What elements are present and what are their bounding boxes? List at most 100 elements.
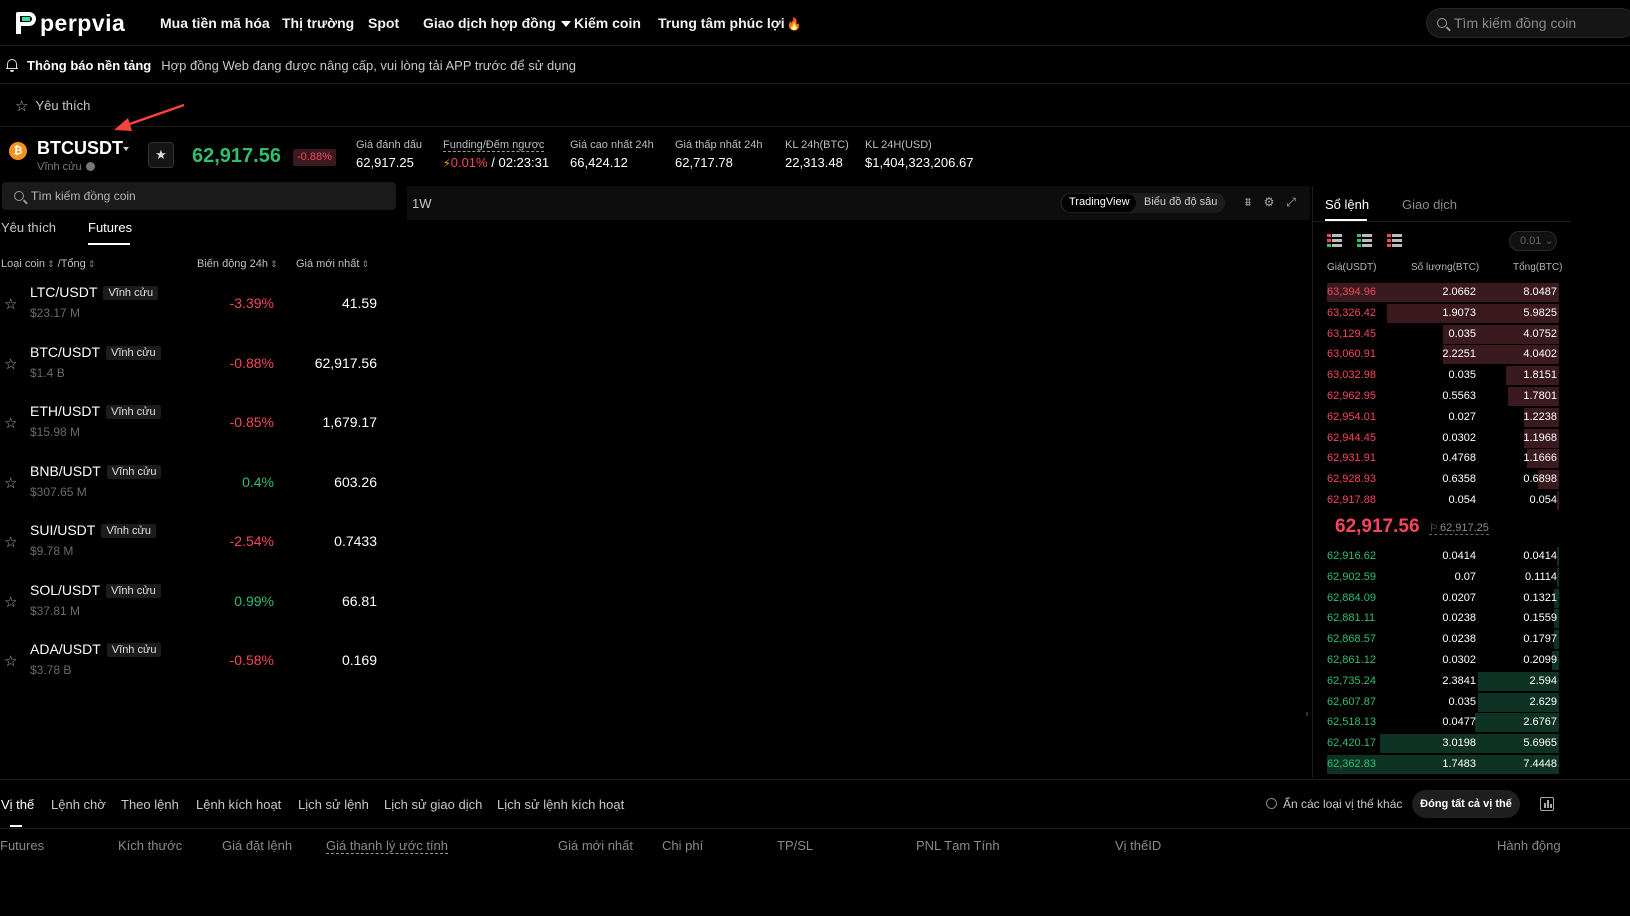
- col-est-liq-price[interactable]: Giá thanh lý ước tính: [326, 838, 449, 854]
- bid-row[interactable]: 62,420.17 3.0198 5.6965: [1327, 733, 1559, 754]
- bid-row[interactable]: 62,362.83 1.7483 7.4448: [1327, 754, 1559, 774]
- favorite-star-button[interactable]: ★: [148, 142, 174, 168]
- coin-row[interactable]: ☆ LTC/USDT Vĩnh cửu $23.17 M -3.39% 41.59: [0, 276, 400, 335]
- order-qty: 1.7483: [1442, 758, 1476, 770]
- tab-trigger-orders[interactable]: Lệnh kích hoạt: [196, 797, 281, 812]
- bid-row[interactable]: 62,868.57 0.0238 0.1797: [1327, 629, 1559, 650]
- order-qty: 2.2251: [1442, 348, 1476, 361]
- coin-row[interactable]: ☆ BNB/USDT Vĩnh cửu $307.65 M 0.4% 603.26: [0, 455, 400, 514]
- precision-select[interactable]: 0.01 ⌄: [1509, 231, 1557, 251]
- tab-trade-history[interactable]: Lịch sử giao dịch: [384, 797, 482, 812]
- ask-row[interactable]: 63,326.42 1.9073 5.9825: [1327, 303, 1559, 323]
- funding-label[interactable]: Funding/Đếm ngược: [443, 139, 545, 152]
- top-navbar: perpvia Mua tiền mã hóa Thị trường Spot …: [0, 0, 1630, 46]
- tab-copy-orders[interactable]: Theo lệnh: [121, 797, 179, 812]
- brand-logo[interactable]: perpvia: [16, 10, 125, 36]
- nav-markets[interactable]: Thị trường: [282, 15, 354, 31]
- indicators-icon[interactable]: ⩩: [1241, 195, 1255, 209]
- info-icon[interactable]: [85, 162, 95, 171]
- pair-name: BTC/USDT Vĩnh cửu: [30, 344, 161, 360]
- coin-search-input[interactable]: Tìm kiếm đồng coin: [2, 182, 396, 210]
- ask-row[interactable]: 62,917.88 0.054 0.054: [1327, 490, 1559, 510]
- chart-panel[interactable]: 1W TradingView Biểu đồ độ sâu ⩩ ⚙ ⤢: [407, 186, 1310, 778]
- top-search-input[interactable]: Tìm kiếm đồng coin: [1426, 8, 1630, 38]
- star-outline-icon[interactable]: ☆: [4, 652, 17, 670]
- star-outline-icon[interactable]: ☆: [4, 474, 17, 492]
- ask-row[interactable]: 63,394.96 2.0662 8.0487: [1327, 282, 1559, 302]
- coin-row[interactable]: ☆ SUI/USDT Vĩnh cửu $9.78 M -2.54% 0.7433: [0, 514, 400, 573]
- tab-positions[interactable]: Vị thế: [1, 797, 34, 812]
- nav-rewards-center[interactable]: Trung tâm phúc lợi 🔥: [658, 15, 802, 31]
- nav-earn[interactable]: Kiếm coin: [574, 15, 641, 31]
- active-tab-indicator: [1325, 219, 1367, 221]
- view-tradingview[interactable]: TradingView: [1069, 196, 1130, 208]
- coin-row[interactable]: ☆ BTC/USDT Vĩnh cửu $1.4 B -0.88% 62,917.56: [0, 336, 400, 395]
- column-last-price[interactable]: Giá mới nhất ⇕: [296, 258, 369, 270]
- ask-row[interactable]: 63,129.45 0.035 4.0752: [1327, 324, 1559, 344]
- bid-row[interactable]: 62,902.59 0.07 0.1114: [1327, 567, 1559, 587]
- hide-other-label: Ẩn các loại vị thế khác: [1283, 797, 1403, 811]
- tab-trigger-history[interactable]: Lịch sử lệnh kích hoạt: [497, 797, 624, 812]
- ask-row[interactable]: 62,931.91 0.4768 1.1666: [1327, 448, 1559, 469]
- order-total: 1.8151: [1523, 369, 1557, 382]
- ticker-header: ₿ BTCUSDT Vĩnh cửu ★ 62,917.56 -0.88% Gi…: [0, 128, 1630, 184]
- star-outline-icon[interactable]: ☆: [4, 355, 17, 373]
- order-total: 7.4448: [1523, 758, 1557, 770]
- precision-value: 0.01: [1520, 235, 1542, 247]
- symbol-selector[interactable]: BTCUSDT: [37, 138, 123, 159]
- bid-row[interactable]: 62,884.09 0.0207 0.1321: [1327, 588, 1559, 608]
- ask-row[interactable]: 62,962.95 0.5563 1.7801: [1327, 386, 1559, 406]
- star-outline-icon[interactable]: ☆: [4, 414, 17, 432]
- ask-row[interactable]: 62,944.45 0.0302 1.1968: [1327, 428, 1559, 448]
- hide-other-positions-toggle[interactable]: Ẩn các loại vị thế khác: [1266, 797, 1402, 811]
- bid-row[interactable]: 62,735.24 2.3841 2.594: [1327, 671, 1559, 691]
- tab-favorites[interactable]: Yêu thích: [1, 220, 56, 235]
- fullscreen-icon[interactable]: ⤢: [1284, 195, 1298, 209]
- tab-futures[interactable]: Futures: [88, 220, 132, 235]
- radio-icon[interactable]: [1266, 798, 1277, 809]
- ask-row[interactable]: 62,954.01 0.027 1.2238: [1327, 407, 1559, 427]
- bid-row[interactable]: 62,916.62 0.0414 0.0414: [1327, 546, 1559, 566]
- coin-row[interactable]: ☆ SOL/USDT Vĩnh cửu $37.81 M 0.99% 66.81: [0, 574, 400, 633]
- nav-futures[interactable]: Giao dịch hợp đồng: [423, 15, 571, 31]
- bid-row[interactable]: 62,607.87 0.035 2.629: [1327, 692, 1559, 712]
- tab-order-history[interactable]: Lịch sử lệnh: [298, 797, 369, 812]
- coin-row[interactable]: ☆ ETH/USDT Vĩnh cửu $15.98 M -0.85% 1,679.17: [0, 395, 400, 454]
- star-outline-icon[interactable]: ☆: [4, 533, 17, 551]
- chevron-down-icon[interactable]: [123, 147, 129, 151]
- bid-row[interactable]: 62,881.11 0.0238 0.1559: [1327, 608, 1559, 629]
- close-all-positions-button[interactable]: Đóng tất cả vị thế: [1412, 790, 1520, 818]
- pair-last-price: 41.59: [341, 295, 377, 311]
- tab-order-book[interactable]: Sổ lệnh: [1325, 197, 1369, 212]
- ask-row[interactable]: 62,928.93 0.6358 0.6898: [1327, 469, 1559, 490]
- favorites-bar[interactable]: ☆ Yêu thích: [0, 85, 1630, 127]
- tab-pending-orders[interactable]: Lệnh chờ: [51, 797, 106, 812]
- sort-icon: ⇕: [269, 259, 278, 269]
- gear-icon[interactable]: ⚙: [1262, 195, 1276, 209]
- both-sides-icon[interactable]: [1327, 234, 1342, 247]
- column-coin[interactable]: Loại coin ⇕ /Tổng ⇕: [1, 258, 95, 270]
- star-outline-icon[interactable]: ☆: [4, 295, 17, 313]
- ask-row[interactable]: 63,060.91 2.2251 4.0402: [1327, 344, 1559, 365]
- stat-label: KL 24H(USD): [865, 139, 932, 151]
- contract-type-label: Vĩnh cửu: [37, 161, 82, 173]
- coin-row[interactable]: ☆ ADA/USDT Vĩnh cửu $3.78 B -0.58% 0.169: [0, 633, 400, 692]
- nav-buy-crypto[interactable]: Mua tiền mã hóa: [160, 15, 270, 31]
- bid-row[interactable]: 62,861.12 0.0302 0.2099: [1327, 650, 1559, 670]
- chart-resize-handle[interactable]: [1306, 712, 1308, 716]
- column-change[interactable]: Biến động 24h ⇕: [197, 258, 278, 270]
- tab-trades[interactable]: Giao dịch: [1402, 197, 1457, 212]
- star-outline-icon[interactable]: ☆: [4, 593, 17, 611]
- order-qty: 0.6358: [1442, 473, 1476, 486]
- nav-spot[interactable]: Spot: [368, 15, 399, 31]
- orderbook-mark-price: ⚐ 62,917.25: [1429, 522, 1489, 535]
- view-depth-chart[interactable]: Biểu đồ độ sâu: [1144, 196, 1217, 208]
- ask-row[interactable]: 63,032.98 0.035 1.8151: [1327, 365, 1559, 386]
- bids-only-icon[interactable]: [1357, 234, 1372, 247]
- timeframe-selector[interactable]: 1W: [412, 196, 432, 211]
- bar-chart-icon[interactable]: [1540, 797, 1554, 811]
- bid-row[interactable]: 62,518.13 0.0477 2.6767: [1327, 712, 1559, 733]
- order-qty: 0.4768: [1442, 452, 1476, 465]
- asks-only-icon[interactable]: [1387, 234, 1402, 247]
- pair-name: ADA/USDT Vĩnh cửu: [30, 641, 162, 657]
